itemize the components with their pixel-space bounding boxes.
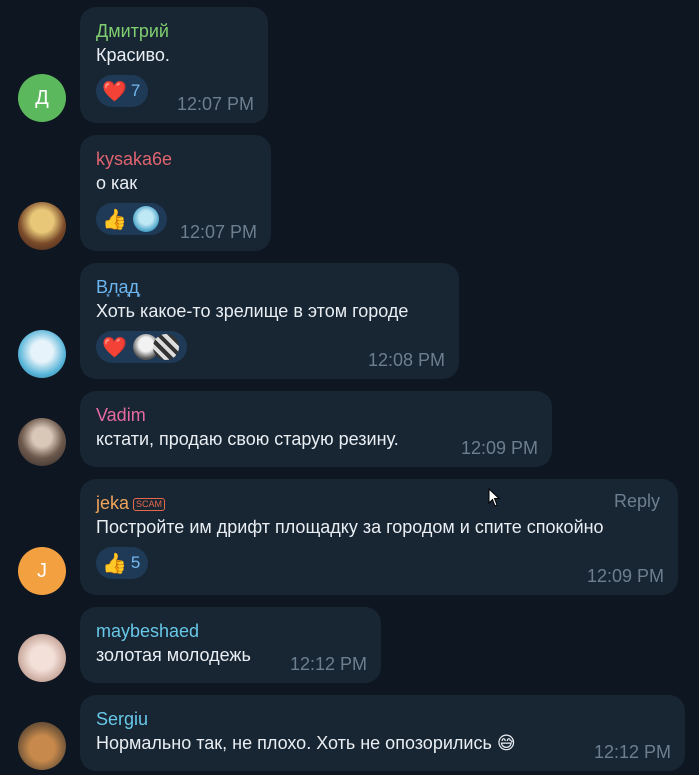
message-author[interactable]: jeka	[96, 493, 129, 513]
avatar[interactable]: Д	[18, 74, 66, 122]
message-author[interactable]: В͙л͙а͙д͙	[96, 275, 443, 299]
message-author-line: jeka SCAM	[96, 491, 662, 515]
scam-badge: SCAM	[133, 497, 166, 511]
avatar[interactable]	[18, 202, 66, 250]
message-bubble[interactable]: В͙л͙а͙д͙ Хоть какое-то зрелище в этом го…	[80, 263, 459, 379]
message-text: Нормально так, не плохо. Хоть не опозори…	[96, 733, 516, 753]
avatar-letter: Д	[35, 86, 49, 109]
reply-button[interactable]: Reply	[614, 491, 660, 512]
thumbs-up-icon: 👍	[102, 552, 127, 575]
message-time: 12:12 PM	[593, 742, 671, 762]
message-author[interactable]: Vadim	[96, 403, 536, 427]
message-bubble[interactable]: Vadim кстати, продаю свою старую резину.…	[80, 391, 552, 467]
reaction-chip[interactable]: ❤️ 7	[96, 75, 149, 107]
reaction-chip[interactable]: ❤️	[96, 331, 187, 363]
message-time: 12:07 PM	[176, 94, 254, 114]
avatar[interactable]	[18, 418, 66, 466]
message-bubble[interactable]: maybeshaed золотая молодежь 12:12 PM	[80, 607, 381, 683]
message-time: 12:07 PM	[179, 222, 257, 242]
heart-icon: ❤️	[102, 336, 127, 359]
reactor-avatar	[132, 206, 159, 232]
message-author[interactable]: Sergiu	[96, 707, 669, 731]
message-author[interactable]: maybeshaed	[96, 619, 365, 643]
avatar[interactable]	[18, 722, 66, 770]
message-text: Красиво.	[96, 45, 170, 65]
heart-icon: ❤️	[102, 80, 127, 103]
avatar[interactable]	[18, 634, 66, 682]
message-bubble[interactable]: kysaka6e о как 👍 12:07 PM	[80, 135, 271, 251]
message-text: Хоть какое-то зрелище в этом городе	[96, 301, 409, 321]
message-time: 12:09 PM	[460, 438, 538, 458]
message-time: 12:12 PM	[289, 654, 367, 674]
message-bubble[interactable]: jeka SCAM Reply Постройте им дрифт площад…	[80, 479, 678, 595]
reaction-chip[interactable]: 👍 5	[96, 547, 149, 579]
avatar[interactable]: J	[18, 547, 66, 595]
reaction-count: 7	[130, 81, 141, 100]
reaction-count: 5	[130, 553, 141, 572]
message-author[interactable]: Дмитрий	[96, 19, 252, 43]
reactor-avatar	[152, 334, 179, 360]
avatar[interactable]	[18, 330, 66, 378]
message-time: 12:09 PM	[586, 566, 664, 586]
thumbs-up-icon: 👍	[102, 208, 127, 231]
message-bubble[interactable]: Дмитрий Красиво. ❤️ 7 12:07 PM	[80, 7, 268, 123]
message-author[interactable]: kysaka6e	[96, 147, 255, 171]
reaction-chip[interactable]: 👍	[96, 203, 167, 235]
message-text: Постройте им дрифт площадку за городом и…	[96, 517, 604, 537]
message-time: 12:08 PM	[367, 350, 445, 370]
avatar-letter: J	[37, 559, 47, 582]
message-bubble[interactable]: Sergiu Нормально так, не плохо. Хоть не …	[80, 695, 685, 771]
message-text: о как	[96, 173, 138, 193]
